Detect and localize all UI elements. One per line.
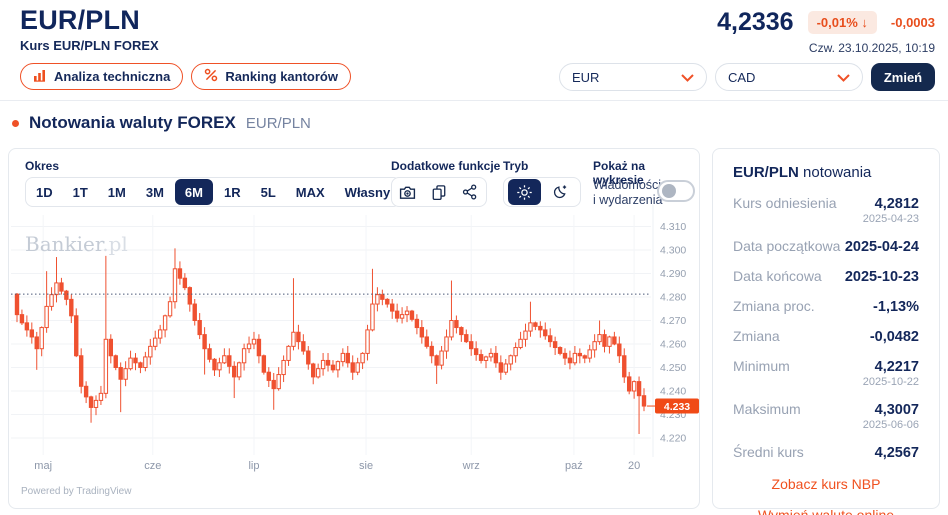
axis-labels: 4.310 4.300 4.290 4.280 4.270 4.260 4.250 4.240… <box>34 221 686 472</box>
stat-sub-date: 2025-04-23 <box>862 213 919 225</box>
currency-from-value: EUR <box>572 69 600 85</box>
exchange-ranking-button[interactable]: Ranking kantorów <box>191 63 351 90</box>
page-subtitle: Kurs EUR/PLN FOREX <box>20 38 159 53</box>
svg-text:4.220: 4.220 <box>660 433 686 445</box>
svg-text:4.270: 4.270 <box>660 315 686 327</box>
mode-group <box>503 177 581 207</box>
powered-by-tradingview: Powered by TradingView <box>21 486 132 497</box>
section-title-pair: EUR/PLN <box>245 114 311 132</box>
svg-text:4.233: 4.233 <box>664 401 690 413</box>
period-button-max[interactable]: MAX <box>286 177 335 207</box>
stat-row: Data początkowa 2025-04-24 <box>733 238 919 255</box>
camera-icon[interactable] <box>392 178 423 206</box>
period-button-1r[interactable]: 1R <box>214 177 251 207</box>
svg-text:4.280: 4.280 <box>660 292 686 304</box>
stat-row: Zmiana -0,0482 <box>733 328 919 345</box>
stat-sub-date: 2025-10-22 <box>862 376 919 388</box>
exchange-online-link[interactable]: Wymień walutę online <box>733 507 919 515</box>
svg-text:wrz: wrz <box>462 460 480 472</box>
mode-label: Tryb <box>503 159 529 173</box>
bankier-watermark: Bankier.pl <box>25 232 128 256</box>
period-button-1d[interactable]: 1D <box>26 177 63 207</box>
period-button-1m[interactable]: 1M <box>98 177 136 207</box>
stat-sub-date: 2025-06-06 <box>862 419 919 431</box>
chevron-down-icon <box>681 70 694 85</box>
currency-to-select[interactable]: CAD <box>715 63 863 91</box>
svg-text:lip: lip <box>248 460 259 472</box>
period-button-group: 1D 1T 1M 3M 6M 1R 5L MAX Własny <box>25 177 402 207</box>
quote-block: 4,2336 -0,01% ↓ -0,0003 <box>717 8 935 37</box>
extra-functions-label: Dodatkowe funkcje <box>391 159 501 173</box>
moon-icon[interactable] <box>541 178 578 206</box>
sidebar-title: EUR/PLN notowania <box>733 164 872 181</box>
sidebar-links: Zobacz kurs NBP Wymień walutę online <box>733 476 919 515</box>
bar-chart-icon <box>33 68 47 85</box>
page-title: EUR/PLN <box>20 5 140 35</box>
svg-text:4.300: 4.300 <box>660 245 686 257</box>
candles <box>14 248 647 435</box>
chevron-down-icon <box>837 70 850 85</box>
section-header: Notowania waluty FOREX EUR/PLN <box>12 113 311 133</box>
currency-to-value: CAD <box>728 69 756 85</box>
share-icon[interactable] <box>455 178 486 206</box>
period-button-3m[interactable]: 3M <box>136 177 174 207</box>
change-absolute: -0,0003 <box>890 15 935 30</box>
currency-converter: EUR CAD Zmień <box>559 63 935 91</box>
extra-functions-group <box>391 177 487 207</box>
period-button-5l[interactable]: 5L <box>251 177 286 207</box>
svg-text:4.310: 4.310 <box>660 221 686 233</box>
svg-text:4.240: 4.240 <box>660 386 686 398</box>
svg-text:cze: cze <box>144 460 161 472</box>
quote-timestamp: Czw. 23.10.2025, 10:19 <box>808 41 935 55</box>
copy-icon[interactable] <box>423 178 454 206</box>
stat-row: Kurs odniesienia 4,2812 <box>733 195 919 212</box>
toggle-knob <box>662 184 676 198</box>
sun-icon[interactable] <box>508 179 542 205</box>
svg-text:4.260: 4.260 <box>660 339 686 351</box>
period-button-1t[interactable]: 1T <box>63 177 98 207</box>
stat-row: Zmiana proc. -1,13% <box>733 298 919 315</box>
stat-row: Minimum 4,2217 <box>733 358 919 375</box>
nbp-rate-link[interactable]: Zobacz kurs NBP <box>733 476 919 492</box>
svg-text:maj: maj <box>34 460 52 472</box>
svg-text:4.290: 4.290 <box>660 268 686 280</box>
candlestick-chart[interactable]: 4.310 4.300 4.290 4.280 4.270 4.260 4.250 4.240… <box>9 205 701 509</box>
technical-analysis-label: Analiza techniczna <box>54 69 171 84</box>
header-divider <box>0 100 948 101</box>
percent-icon <box>204 68 218 85</box>
news-toggle[interactable] <box>657 180 695 202</box>
section-title: Notowania waluty FOREX <box>29 113 236 132</box>
change-percent-badge: -0,01% ↓ <box>807 11 877 34</box>
header-buttons: Analiza techniczna Ranking kantorów <box>20 63 351 90</box>
overlay-option-label: Wiadomości i wydarzenia <box>593 178 663 207</box>
technical-analysis-button[interactable]: Analiza techniczna <box>20 63 184 90</box>
bullet-icon <box>12 119 19 127</box>
stats-sidebar: EUR/PLN notowania Kurs odniesienia 4,2812… <box>712 148 940 515</box>
period-label: Okres <box>25 159 60 173</box>
chart-panel: Okres 1D 1T 1M 3M 6M 1R 5L MAX Własny Dodatkowe … <box>8 148 700 509</box>
svg-text:20: 20 <box>628 460 640 472</box>
currency-from-select[interactable]: EUR <box>559 63 707 91</box>
stat-row: Data końcowa 2025-10-23 <box>733 268 919 285</box>
exchange-ranking-label: Ranking kantorów <box>225 69 338 84</box>
svg-text:paź: paź <box>565 460 583 472</box>
period-button-6m[interactable]: 6M <box>174 179 213 205</box>
svg-text:4.250: 4.250 <box>660 362 686 374</box>
sidebar-rows: Kurs odniesienia 4,2812 2025-04-23 Data poc… <box>733 195 919 461</box>
current-price: 4,2336 <box>717 8 794 36</box>
stat-row: Średni kurs 4,2567 <box>733 444 919 461</box>
swap-button[interactable]: Zmień <box>871 63 935 91</box>
svg-text:sie: sie <box>359 460 373 472</box>
page: EUR/PLN Kurs EUR/PLN FOREX 4,2336 -0,01%… <box>0 0 948 515</box>
stat-row: Maksimum 4,3007 <box>733 401 919 418</box>
